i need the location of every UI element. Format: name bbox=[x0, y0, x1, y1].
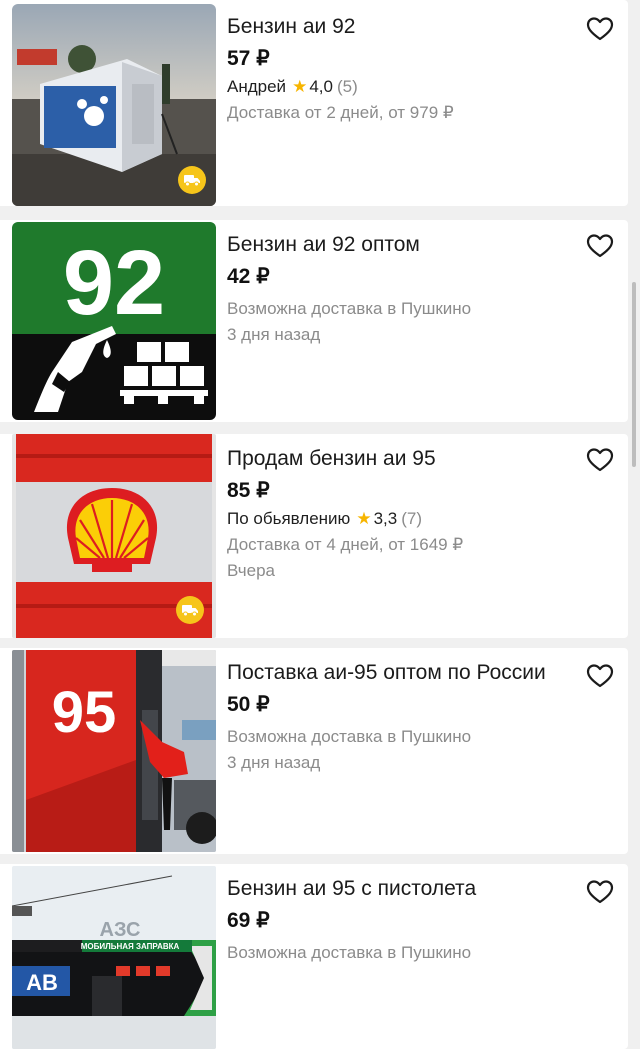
listing-title[interactable]: Поставка аи-95 оптом по России bbox=[227, 658, 572, 688]
listing-date: 3 дня назад bbox=[227, 753, 321, 772]
listing-photo[interactable]: 92 bbox=[12, 222, 216, 420]
seller-rating[interactable]: Андрей ★ 4,0 (5) bbox=[227, 74, 572, 100]
listing-photo[interactable] bbox=[12, 4, 216, 206]
listing-title[interactable]: Бензин аи 92 оптом bbox=[227, 230, 572, 260]
listing-title[interactable]: Бензин аи 92 bbox=[227, 12, 572, 42]
delivery-badge bbox=[176, 596, 204, 624]
listing-card[interactable]: Бензин аи 92 57 ₽ Андрей ★ 4,0 (5) Доставка… bbox=[0, 0, 628, 206]
heart-icon bbox=[586, 17, 614, 41]
listing-card[interactable]: 92 Бензин аи 92 оптом 42 ₽ Возможна дост… bbox=[0, 220, 628, 422]
fuel-pump-95-icon: 95 bbox=[12, 650, 216, 852]
rating-value: 3,3 bbox=[373, 509, 398, 528]
delivery-info: Доставка от 2 дней, от 979 ₽ bbox=[227, 103, 454, 122]
favorite-button[interactable] bbox=[586, 233, 614, 259]
listings-feed: Бензин аи 92 57 ₽ Андрей ★ 4,0 (5) Доставка… bbox=[0, 0, 640, 1049]
reviews-count: (5) bbox=[336, 77, 358, 96]
heart-icon bbox=[586, 880, 614, 904]
delivery-info: Доставка от 4 дней, от 1649 ₽ bbox=[227, 535, 464, 554]
scrollbar[interactable] bbox=[632, 282, 636, 467]
listing-photo[interactable] bbox=[12, 434, 216, 638]
seller-rating[interactable]: По обьявлению ★ 3,3 (7) bbox=[227, 506, 572, 532]
listing-photo[interactable]: МОБИЛЬНАЯ ЗАПРАВКА АЗС АВ bbox=[12, 866, 216, 1049]
star-icon: ★ bbox=[292, 77, 308, 96]
listing-price: 50 ₽ bbox=[227, 693, 270, 716]
favorite-button[interactable] bbox=[586, 879, 614, 905]
thumb-number: 95 bbox=[52, 680, 117, 745]
listing-price: 69 ₽ bbox=[227, 909, 270, 932]
seller-name: Андрей bbox=[227, 77, 287, 96]
reviews-count: (7) bbox=[401, 509, 422, 528]
seller-name: По обьявлению bbox=[227, 509, 351, 528]
thumb-number: 92 bbox=[63, 232, 165, 334]
heart-icon bbox=[586, 664, 614, 688]
favorite-button[interactable] bbox=[586, 16, 614, 42]
fuel-92-pallet-icon: 92 bbox=[12, 222, 216, 420]
delivery-info: Возможна доставка в Пушкино bbox=[227, 299, 472, 318]
listing-card[interactable]: Продам бензин аи 95 85 ₽ По обьявлению ★ 3… bbox=[0, 434, 628, 638]
listing-date: 3 дня назад bbox=[227, 325, 321, 344]
truck-icon bbox=[184, 175, 200, 187]
listing-price: 57 ₽ bbox=[227, 47, 270, 70]
rating-value: 4,0 bbox=[309, 77, 333, 96]
heart-icon bbox=[586, 448, 614, 472]
favorite-button[interactable] bbox=[586, 447, 614, 473]
listing-title[interactable]: Бензин аи 95 с пистолета bbox=[227, 874, 572, 904]
truck-icon bbox=[182, 605, 198, 617]
delivery-info: Возможна доставка в Пушкино bbox=[227, 943, 472, 962]
listing-photo[interactable]: 95 bbox=[12, 650, 216, 852]
listing-title[interactable]: Продам бензин аи 95 bbox=[227, 444, 572, 474]
thumb-sign-text: МОБИЛЬНАЯ ЗАПРАВКА bbox=[81, 942, 180, 951]
delivery-info: Возможна доставка в Пушкино bbox=[227, 727, 472, 746]
listing-card[interactable]: МОБИЛЬНАЯ ЗАПРАВКА АЗС АВ Бензин аи 95 с… bbox=[0, 864, 628, 1049]
listing-date: Вчера bbox=[227, 561, 275, 580]
favorite-button[interactable] bbox=[586, 663, 614, 689]
star-icon: ★ bbox=[356, 509, 372, 528]
thumb-logo-text: АВ bbox=[26, 970, 58, 995]
delivery-badge bbox=[178, 166, 206, 194]
listing-card[interactable]: 95 Поставка аи-95 оптом по России 50 ₽ В… bbox=[0, 648, 628, 854]
listing-price: 85 ₽ bbox=[227, 479, 270, 502]
mobile-fuel-station-photo-icon: МОБИЛЬНАЯ ЗАПРАВКА АЗС АВ bbox=[12, 866, 216, 1049]
thumb-top-text: АЗС bbox=[100, 919, 141, 941]
listing-price: 42 ₽ bbox=[227, 265, 270, 288]
heart-icon bbox=[586, 234, 614, 258]
